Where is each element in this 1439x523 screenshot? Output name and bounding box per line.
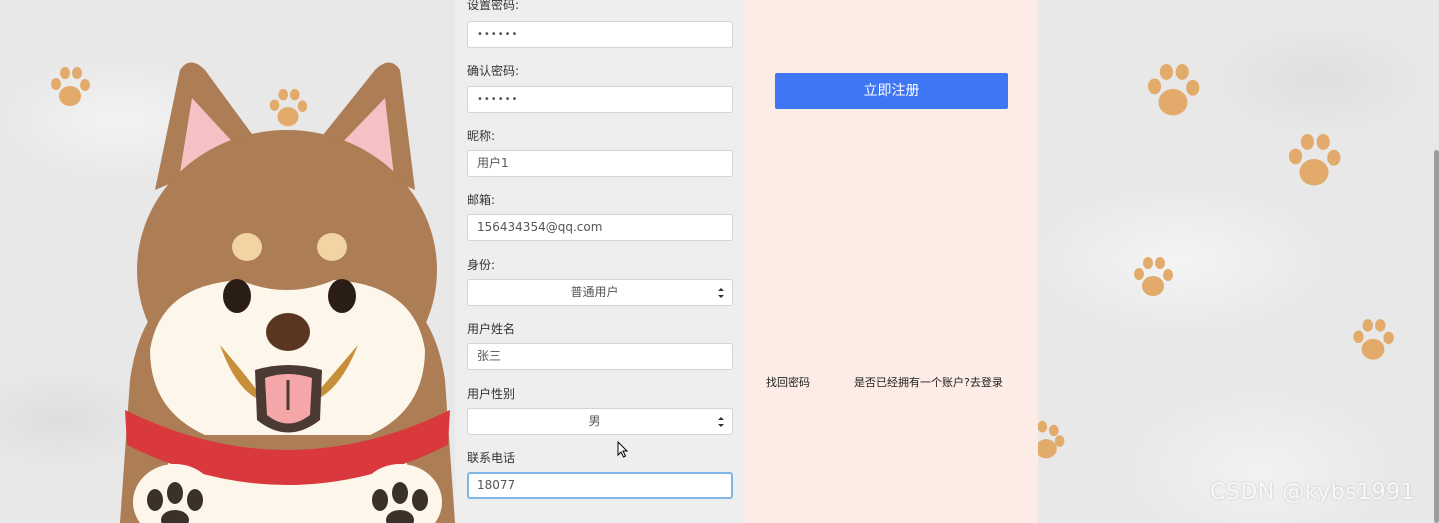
register-button[interactable]: 立即注册	[775, 73, 1008, 109]
page-scrollbar[interactable]	[1433, 0, 1439, 523]
gender-select-value: 男	[588, 414, 601, 428]
register-side-panel: 立即注册 找回密码 是否已经拥有一个账户?去登录	[745, 0, 1038, 523]
shiba-dog-illustration	[120, 62, 455, 523]
mouse-cursor-icon	[617, 441, 629, 458]
phone-input[interactable]: 18077	[467, 472, 733, 499]
paw-print-icon	[51, 67, 90, 106]
scrollbar-thumb[interactable]	[1434, 150, 1439, 523]
identity-select-value: 普通用户	[570, 285, 619, 299]
find-password-link[interactable]: 找回密码	[766, 374, 810, 390]
select-arrows-icon	[718, 288, 724, 298]
set-password-label: 设置密码:	[467, 0, 520, 12]
select-arrows-icon	[718, 417, 724, 427]
user-name-input[interactable]: 张三	[467, 343, 733, 370]
paw-print-icon	[1036, 420, 1065, 459]
email-input[interactable]: 156434354@qq.com	[467, 214, 733, 241]
nickname-input[interactable]: 用户1	[467, 150, 733, 177]
paw-print-icon	[1353, 319, 1394, 360]
go-login-link[interactable]: 是否已经拥有一个账户?去登录	[854, 374, 1003, 390]
phone-label: 联系电话	[467, 451, 516, 465]
paw-print-icon	[1288, 133, 1341, 186]
csdn-watermark: CSDN @kybs1991	[1210, 480, 1416, 505]
identity-label: 身份:	[467, 258, 496, 272]
confirm-password-label: 确认密码:	[467, 64, 520, 78]
email-label: 邮箱:	[467, 193, 496, 207]
paw-print-icon	[1134, 257, 1173, 296]
gender-select[interactable]: 男	[467, 408, 733, 435]
paw-print-icon	[1147, 64, 1200, 116]
register-form: 设置密码: •••••• 确认密码: •••••• 昵称: 用户1 邮箱: 15…	[455, 0, 745, 523]
nickname-label: 昵称:	[467, 129, 496, 143]
identity-select[interactable]: 普通用户	[467, 279, 733, 306]
confirm-password-input[interactable]: ••••••	[467, 86, 733, 113]
set-password-input[interactable]: ••••••	[467, 21, 733, 48]
user-name-label: 用户姓名	[467, 322, 516, 336]
gender-label: 用户性别	[467, 387, 516, 401]
